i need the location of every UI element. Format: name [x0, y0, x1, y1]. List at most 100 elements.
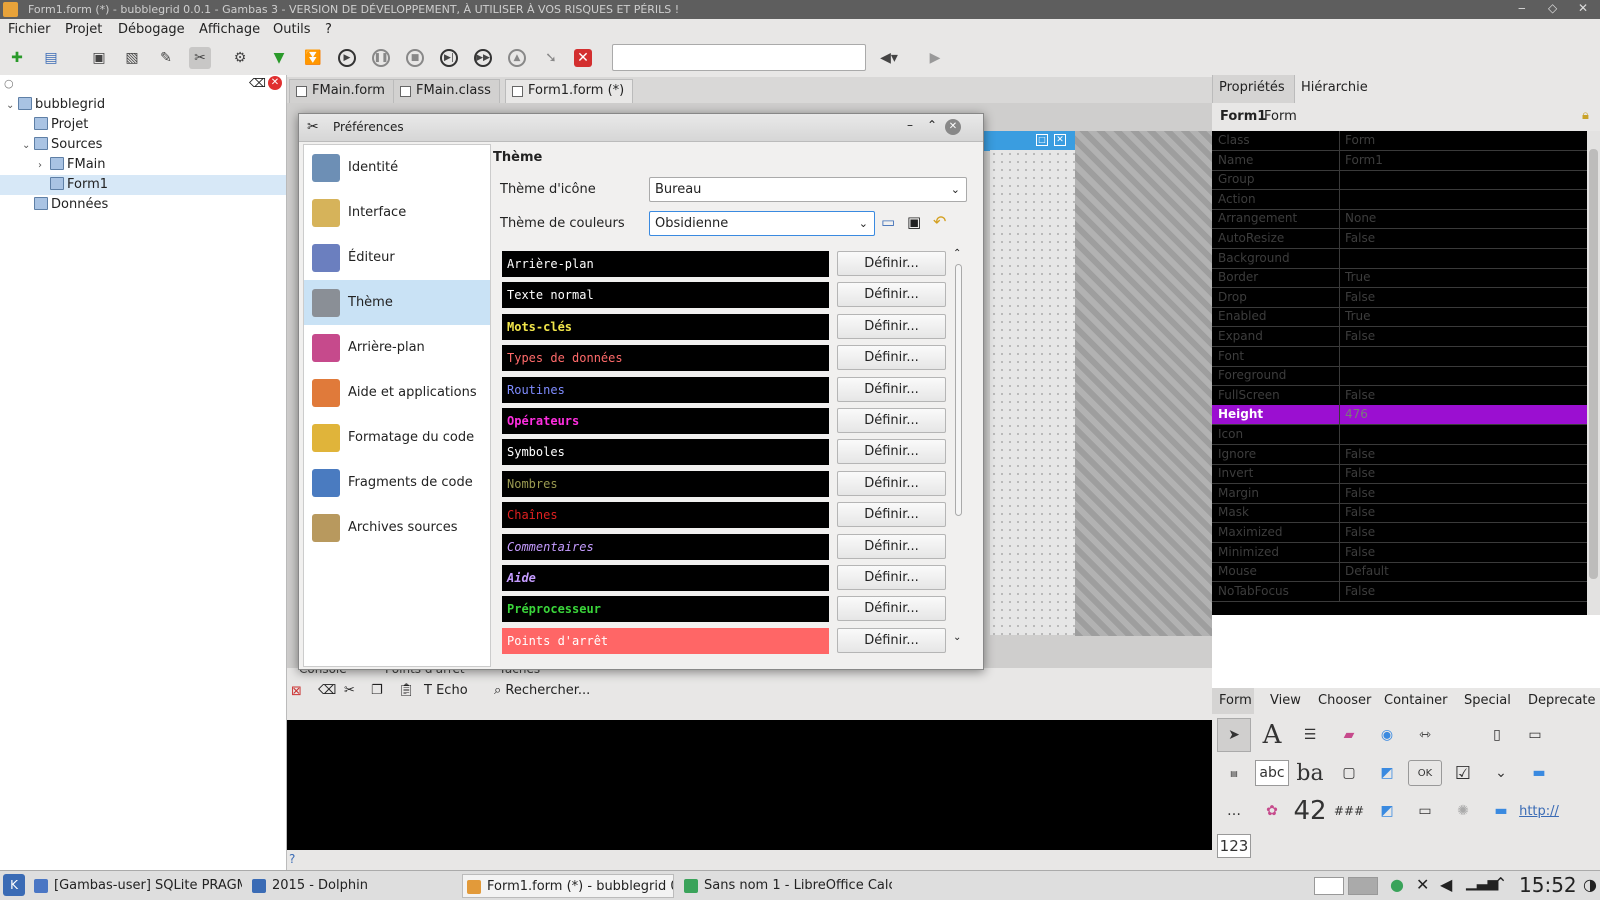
tree-expander-icon[interactable]: ⌄: [6, 96, 18, 116]
buttonbox-tool-icon[interactable]: …: [1217, 794, 1251, 828]
close-icon[interactable]: ✕: [1578, 1, 1588, 15]
listbox-tool-icon[interactable]: ☰: [1293, 718, 1327, 752]
property-row[interactable]: Enabled True: [1212, 307, 1587, 328]
chat-icon[interactable]: ●: [1390, 875, 1404, 894]
panel-tool-icon[interactable]: ▢: [1332, 756, 1366, 790]
sidebar-item[interactable]: Aide et applications: [304, 370, 490, 415]
property-value[interactable]: Form1: [1345, 151, 1383, 170]
textlabel-tool-icon[interactable]: ba: [1293, 756, 1327, 790]
property-value[interactable]: False: [1345, 543, 1375, 562]
sidebar-item[interactable]: Fragments de code: [304, 460, 490, 505]
sidebar-item[interactable]: Éditeur: [304, 235, 490, 280]
volume-icon[interactable]: ◀: [1440, 875, 1452, 894]
tab-form1-form[interactable]: Form1.form (*): [505, 79, 634, 103]
save-as-icon[interactable]: ▧: [121, 47, 143, 69]
remove-breakpoints-icon[interactable]: ✕: [574, 49, 592, 67]
menu-fichier[interactable]: Fichier: [8, 22, 51, 37]
property-value[interactable]: False: [1345, 288, 1375, 307]
pager-desktop-1[interactable]: [1314, 877, 1344, 895]
save-theme-icon[interactable]: ▣: [907, 213, 921, 231]
kde-menu-icon[interactable]: K: [3, 874, 25, 896]
property-value[interactable]: True: [1345, 268, 1371, 287]
compile-all-icon[interactable]: ⏬: [302, 47, 324, 69]
property-value[interactable]: False: [1345, 484, 1375, 503]
picturecombo-tool-icon[interactable]: ◩: [1370, 794, 1404, 828]
define-color-button[interactable]: Définir...: [837, 596, 946, 622]
run-icon[interactable]: ▶: [338, 49, 356, 67]
close-filter-icon[interactable]: ✕: [268, 76, 282, 90]
property-row[interactable]: Drop False: [1212, 287, 1587, 308]
combobox-tool-icon[interactable]: ⌄: [1484, 756, 1518, 790]
save-icon[interactable]: ▣: [88, 47, 110, 69]
cut-icon[interactable]: ✂: [344, 683, 355, 698]
property-row[interactable]: Group: [1212, 170, 1587, 191]
console-output[interactable]: [287, 720, 1212, 850]
slider-tool-icon[interactable]: ⇿: [1408, 718, 1442, 752]
property-value[interactable]: None: [1345, 209, 1376, 228]
console-search-button[interactable]: ⌕ Rechercher...: [494, 683, 590, 698]
spinner-tool-icon[interactable]: ✺: [1446, 794, 1480, 828]
define-color-button[interactable]: Définir...: [837, 627, 946, 653]
property-value[interactable]: False: [1345, 445, 1375, 464]
menu-outils[interactable]: Outils: [273, 22, 311, 37]
property-row[interactable]: Minimized False: [1212, 542, 1587, 563]
property-value[interactable]: False: [1345, 582, 1375, 601]
property-row[interactable]: Border True: [1212, 268, 1587, 289]
settings-gear-icon[interactable]: ⚙: [229, 47, 251, 69]
menu-affichage[interactable]: Affichage: [199, 22, 260, 37]
tree-item[interactable]: ⌄ Sources: [0, 135, 286, 155]
sidebar-item[interactable]: Archives sources: [304, 505, 490, 550]
tree-item[interactable]: Données: [0, 195, 286, 215]
property-row[interactable]: Foreground: [1212, 366, 1587, 387]
dialog-close-icon[interactable]: ✕: [945, 119, 961, 135]
checkbox-tool-icon[interactable]: ☑: [1446, 756, 1480, 790]
property-row[interactable]: Margin False: [1212, 483, 1587, 504]
dialog-minimize-icon[interactable]: –: [907, 118, 913, 132]
scroll-up-icon[interactable]: ⌃: [953, 248, 961, 259]
property-value[interactable]: False: [1345, 386, 1375, 405]
property-value[interactable]: False: [1345, 464, 1375, 483]
property-row[interactable]: Font: [1212, 346, 1587, 367]
property-row[interactable]: Ignore False: [1212, 444, 1587, 465]
button-tool[interactable]: OK: [1408, 760, 1442, 786]
property-value[interactable]: 476: [1345, 405, 1368, 424]
sidebar-item[interactable]: Arrière-plan: [304, 325, 490, 370]
picturebox-tool-icon[interactable]: ▰: [1332, 718, 1366, 752]
textarea-tool-icon[interactable]: ▤: [1217, 756, 1251, 790]
valuebox-tool[interactable]: 123: [1217, 834, 1251, 858]
scroll-down-icon[interactable]: ⌄: [953, 632, 961, 643]
edit-icon[interactable]: ✎: [155, 47, 177, 69]
tree-item[interactable]: › FMain: [0, 155, 286, 175]
clear-filter-icon[interactable]: ⌫: [249, 76, 266, 90]
tools-tray-icon[interactable]: ✕: [1416, 875, 1429, 894]
property-row[interactable]: Arrangement None: [1212, 209, 1587, 230]
define-color-button[interactable]: Définir...: [837, 502, 946, 528]
property-scrollbar[interactable]: [1587, 131, 1600, 615]
lock-icon[interactable]: 🔒︎: [1582, 108, 1589, 123]
new-project-icon[interactable]: ✚: [6, 47, 28, 69]
define-color-button[interactable]: Définir...: [837, 408, 946, 433]
pointer-tool-icon[interactable]: ➤: [1217, 718, 1251, 752]
form-canvas[interactable]: [990, 150, 1075, 635]
maskbox-tool[interactable]: ###: [1332, 794, 1366, 828]
scrollbar-tool-icon[interactable]: ▯: [1480, 718, 1514, 752]
define-color-button[interactable]: Définir...: [837, 313, 946, 339]
pause-icon[interactable]: ❚❚: [372, 49, 390, 67]
back-arrow-icon[interactable]: ◀▾: [878, 47, 900, 69]
menu-help[interactable]: ?: [325, 22, 332, 37]
icon-theme-select[interactable]: Bureau ⌄: [649, 177, 967, 202]
tab-hierarchy[interactable]: Hiérarchie: [1301, 80, 1368, 95]
stop-icon[interactable]: ■: [406, 49, 424, 67]
forward-icon[interactable]: ▶▶: [474, 49, 492, 67]
copy-icon[interactable]: ❐: [371, 683, 383, 698]
tab-special[interactable]: Special: [1464, 693, 1511, 708]
property-row[interactable]: Class Form: [1212, 131, 1587, 151]
progressbar-tool-icon[interactable]: ▬: [1522, 756, 1556, 790]
forward-arrow-icon[interactable]: ▶: [924, 47, 946, 69]
undo-theme-icon[interactable]: ↶: [933, 212, 946, 231]
tab-properties[interactable]: Propriétés: [1213, 75, 1295, 103]
image-tool-icon[interactable]: ◩: [1370, 756, 1404, 790]
property-value[interactable]: False: [1345, 503, 1375, 522]
sidebar-item[interactable]: Thème: [304, 280, 490, 325]
toolbar-search-input[interactable]: [612, 44, 866, 71]
